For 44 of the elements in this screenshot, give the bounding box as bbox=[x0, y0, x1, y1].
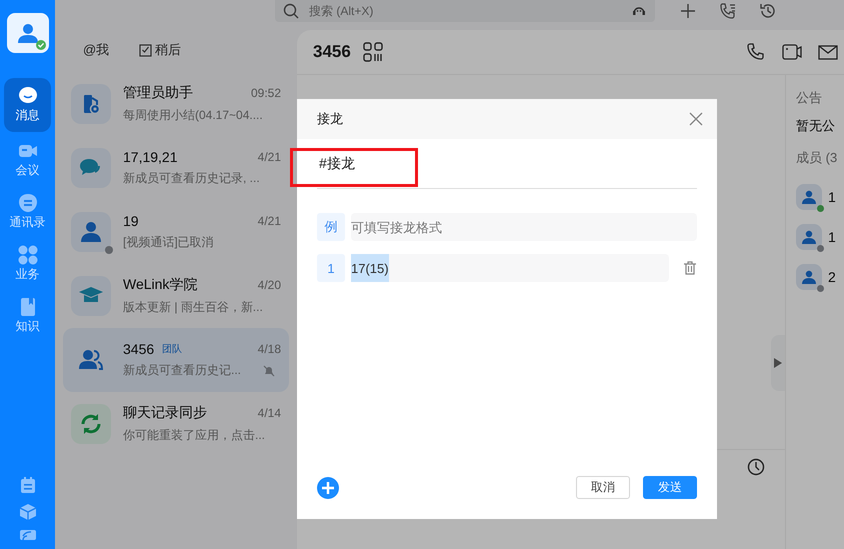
message-preview: 新成员可查看历史记录, ... bbox=[123, 170, 261, 187]
search-bar[interactable]: 搜索 (Alt+X) bbox=[275, 0, 655, 22]
topic-field[interactable]: #接龙 bbox=[317, 139, 697, 189]
timestamp: 4/21 bbox=[258, 214, 281, 228]
cancel-button[interactable]: 取消 bbox=[576, 476, 630, 499]
section-heading: 成员 (3 bbox=[796, 149, 838, 167]
conversation-name: 17,19,21 bbox=[123, 149, 178, 165]
timestamp: 4/20 bbox=[258, 278, 281, 292]
timestamp: 4/18 bbox=[258, 342, 281, 356]
conversation-name: 19 bbox=[123, 213, 139, 229]
conversation-name: 聊天记录同步 bbox=[123, 404, 207, 422]
conversation-item[interactable]: 管理员助手 09:52 每周使用小结(04.17~04.... bbox=[63, 72, 289, 136]
search-field[interactable]: 搜索 (Alt+X) bbox=[307, 3, 623, 19]
conversation-name: WeLink学院 bbox=[123, 276, 198, 294]
filter-tab[interactable]: 稍后 bbox=[139, 41, 182, 59]
timestamp: 4/14 bbox=[258, 406, 281, 420]
message-preview: 每周使用小结(04.17~04.... bbox=[123, 107, 264, 124]
conversation-item[interactable]: WeLink学院 4/20 版本更新 | 雨生百谷，新... bbox=[63, 264, 289, 328]
conversation-item[interactable]: 3456 团队 4/18 新成员可查看历史记... bbox=[63, 328, 289, 392]
conversation-name: 3456 bbox=[123, 341, 154, 357]
dialog-title: 接龙 bbox=[317, 110, 343, 128]
member-name: 1 bbox=[828, 189, 836, 205]
conversation-item[interactable]: 17,19,21 4/21 新成员可查看历史记录, ... bbox=[63, 136, 289, 200]
format-field[interactable]: 可填写接龙格式 bbox=[351, 213, 697, 241]
nav-item[interactable]: 消息 bbox=[4, 78, 51, 132]
section-heading: 公告 bbox=[796, 89, 823, 107]
chat-title: 3456 bbox=[313, 42, 351, 62]
timestamp: 4/21 bbox=[258, 150, 281, 164]
message-preview: [视频通话]已取消 bbox=[123, 234, 215, 251]
conversation-name: 管理员助手 bbox=[123, 84, 193, 102]
example-label: 例 bbox=[317, 213, 345, 241]
conversation-item[interactable]: 聊天记录同步 4/14 你可能重装了应用，点击... bbox=[63, 392, 289, 456]
message-preview: 你可能重装了应用，点击... bbox=[123, 427, 266, 444]
message-preview: 新成员可查看历史记... bbox=[123, 362, 242, 379]
filter-tab[interactable]: @我 bbox=[83, 41, 110, 59]
conversation-item[interactable]: 19 4/21 [视频通话]已取消 bbox=[63, 200, 289, 264]
message-preview: 版本更新 | 雨生百谷，新... bbox=[123, 299, 264, 316]
team-tag: 团队 bbox=[162, 342, 182, 356]
entry-field[interactable]: 17(15) bbox=[351, 254, 669, 282]
member-name: 2 bbox=[828, 269, 836, 285]
announcement-text: 暂无公 bbox=[796, 117, 836, 135]
entry-number: 1 bbox=[317, 254, 345, 282]
timestamp: 09:52 bbox=[250, 86, 281, 100]
member-name: 1 bbox=[828, 229, 836, 245]
